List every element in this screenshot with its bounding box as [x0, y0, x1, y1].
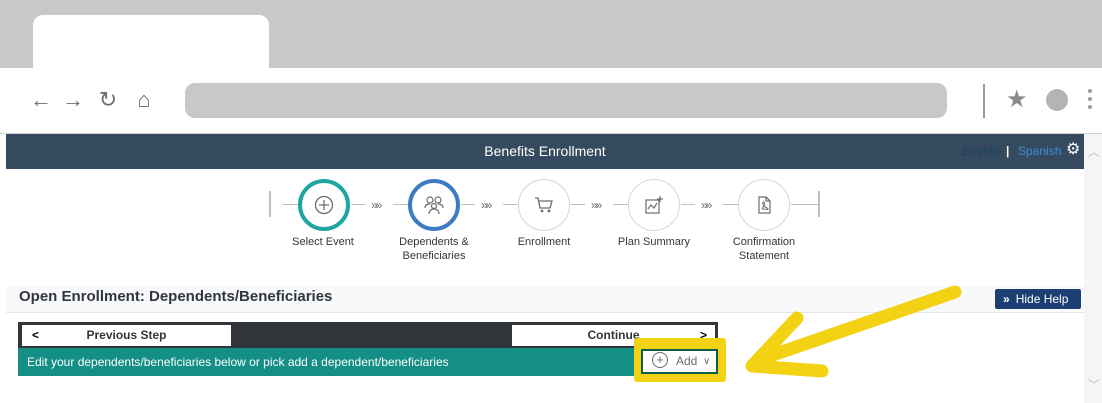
profile-avatar-icon[interactable]	[1046, 89, 1068, 111]
stepper-line	[351, 204, 365, 205]
section-header: Open Enrollment: Dependents/Beneficiarie…	[6, 286, 1084, 313]
add-circle-icon: +	[652, 352, 668, 368]
app-header: Benefits Enrollment English | Spanish ⚙	[6, 134, 1084, 169]
language-english-link[interactable]: English	[962, 144, 1001, 158]
language-separator: |	[1006, 144, 1010, 158]
scroll-down-chevron-icon[interactable]: ﹀	[1088, 376, 1100, 393]
step-confirmation[interactable]	[738, 179, 790, 231]
page-title: Open Enrollment: Dependents/Beneficiarie…	[19, 288, 333, 305]
add-label: Add	[676, 354, 698, 368]
cart-icon	[519, 180, 569, 230]
chevrons-icon: »»	[481, 198, 492, 212]
document-pdf-icon	[739, 180, 789, 230]
step-dependents[interactable]	[408, 179, 460, 231]
chevrons-icon: »»	[701, 198, 712, 212]
hide-help-button[interactable]: » Hide Help	[995, 289, 1081, 309]
language-spanish-link[interactable]: Spanish	[1018, 144, 1061, 158]
browser-menu-icon[interactable]	[1088, 88, 1094, 112]
double-chevron-right-icon: »	[1003, 292, 1010, 306]
add-dependent-button[interactable]: + Add ∨	[641, 349, 718, 374]
stepper-line	[282, 204, 298, 205]
stepper-end-bar	[818, 191, 820, 217]
stepper-line	[613, 204, 628, 205]
previous-step-label: Previous Step	[86, 328, 167, 342]
stepper-line	[571, 204, 585, 205]
hide-help-label: Hide Help	[1015, 292, 1069, 306]
chevrons-icon: »»	[371, 198, 382, 212]
stepper-line	[791, 204, 818, 205]
forward-arrow-icon[interactable]: →	[62, 89, 84, 111]
step-label-dependents: Dependents & Beneficiaries	[399, 236, 469, 262]
settings-gear-icon[interactable]: ⚙	[1066, 139, 1080, 159]
step-label-plan-summary: Plan Summary	[617, 236, 691, 248]
reload-icon[interactable]: ↻	[97, 89, 119, 111]
people-icon	[412, 183, 456, 227]
stepper-start-bar	[269, 191, 271, 217]
chart-add-icon	[629, 180, 679, 230]
previous-step-button[interactable]: < Previous Step	[22, 325, 231, 346]
browser-tab[interactable]	[33, 15, 269, 69]
page-scrollbar[interactable]	[1084, 134, 1102, 403]
stepper-line	[393, 204, 408, 205]
chevrons-icon: »»	[591, 198, 602, 212]
home-icon[interactable]: ⌂	[133, 89, 155, 111]
step-select-event[interactable]	[298, 179, 350, 231]
stepper-line	[461, 204, 475, 205]
toolbar-divider	[983, 84, 985, 118]
info-text: Edit your dependents/beneficiaries below…	[27, 355, 449, 369]
app-title: Benefits Enrollment	[484, 143, 606, 159]
step-plan-summary[interactable]	[628, 179, 680, 231]
stepper-line	[503, 204, 518, 205]
scroll-up-chevron-icon[interactable]: ︿	[1088, 143, 1100, 160]
step-label-enrollment: Enrollment	[517, 236, 571, 248]
add-circle-icon	[302, 183, 346, 227]
step-label-select-event: Select Event	[292, 236, 354, 248]
stepper-line	[681, 204, 695, 205]
address-bar[interactable]	[185, 83, 947, 118]
step-enrollment[interactable]	[518, 179, 570, 231]
chevron-down-icon: ∨	[703, 356, 711, 367]
bookmark-star-icon[interactable]: ★	[1006, 88, 1030, 112]
stepper-line	[723, 204, 738, 205]
step-label-confirmation: Confirmation Statement	[732, 236, 796, 262]
info-banner: Edit your dependents/beneficiaries below…	[18, 348, 718, 376]
back-arrow-icon[interactable]: ←	[30, 89, 52, 111]
